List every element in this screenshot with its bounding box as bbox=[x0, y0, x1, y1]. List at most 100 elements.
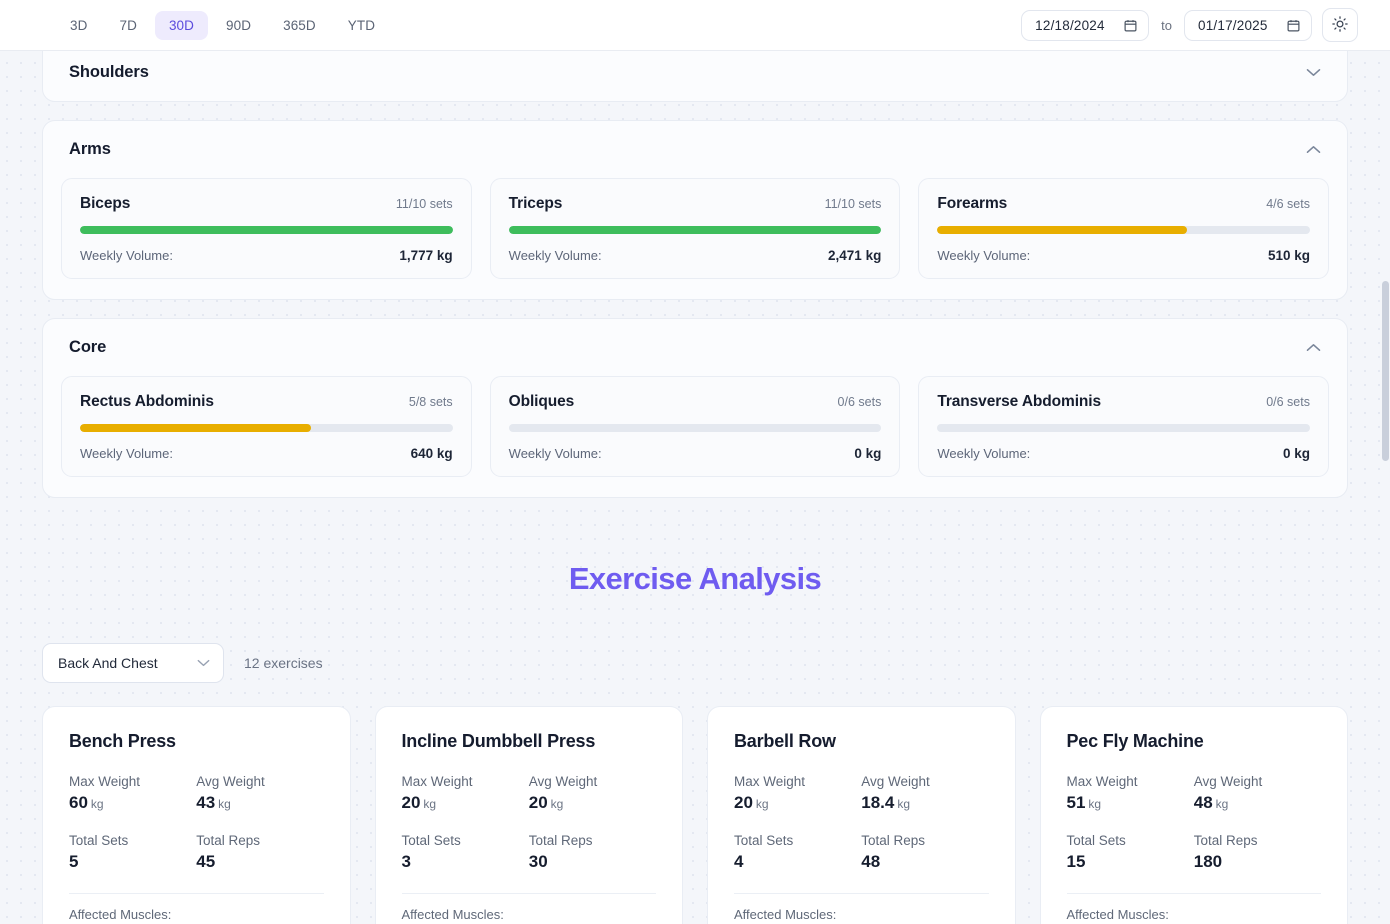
range-tab-7d[interactable]: 7D bbox=[105, 11, 150, 40]
stat-total-sets: Total Sets 4 bbox=[734, 833, 861, 872]
date-from-input[interactable]: 12/18/2024 bbox=[1021, 10, 1149, 41]
stat-label: Total Sets bbox=[734, 833, 861, 848]
stat-avg-weight: Avg Weight 20kg bbox=[529, 774, 656, 813]
exercise-card-bench-press[interactable]: Bench Press Max Weight 60kg Avg Weight 4… bbox=[42, 706, 351, 924]
page-scrollbar[interactable] bbox=[1381, 51, 1390, 924]
stat-max-weight: Max Weight 20kg bbox=[402, 774, 529, 813]
date-range-to-label: to bbox=[1159, 18, 1174, 33]
weekly-volume-value: 510 kg bbox=[1268, 248, 1310, 263]
divider bbox=[402, 893, 657, 894]
exercise-card-pec-fly-machine[interactable]: Pec Fly Machine Max Weight 51kg Avg Weig… bbox=[1040, 706, 1349, 924]
muscle-group-title: Core bbox=[69, 338, 106, 357]
stat-label: Max Weight bbox=[402, 774, 529, 789]
unit-label: kg bbox=[551, 797, 564, 811]
exercise-card-incline-dumbbell-press[interactable]: Incline Dumbbell Press Max Weight 20kg A… bbox=[375, 706, 684, 924]
stat-value: 15 bbox=[1067, 852, 1194, 872]
stat-total-reps: Total Reps 30 bbox=[529, 833, 656, 872]
stat-label: Total Reps bbox=[861, 833, 988, 848]
sun-icon bbox=[1332, 16, 1348, 35]
muscle-group-select[interactable]: Back And Chest bbox=[42, 643, 224, 683]
weekly-volume-label: Weekly Volume: bbox=[937, 446, 1030, 461]
stat-label: Avg Weight bbox=[1194, 774, 1321, 789]
muscle-sets: 4/6 sets bbox=[1266, 197, 1310, 211]
analysis-controls: Back And Chest 12 exercises bbox=[42, 643, 1348, 683]
theme-toggle-button[interactable] bbox=[1322, 8, 1358, 42]
exercise-card-barbell-row[interactable]: Barbell Row Max Weight 20kg Avg Weight 1… bbox=[707, 706, 1016, 924]
chevron-up-icon[interactable] bbox=[1306, 145, 1321, 154]
calendar-icon[interactable] bbox=[1287, 19, 1300, 32]
progress-bar bbox=[509, 226, 882, 234]
weekly-volume-label: Weekly Volume: bbox=[509, 248, 602, 263]
unit-label: kg bbox=[218, 797, 231, 811]
stat-value: 20kg bbox=[734, 793, 861, 813]
stat-value: 43kg bbox=[196, 793, 323, 813]
weekly-volume-label: Weekly Volume: bbox=[509, 446, 602, 461]
exercise-count: 12 exercises bbox=[244, 655, 323, 671]
weekly-volume-value: 2,471 kg bbox=[828, 248, 881, 263]
stat-label: Avg Weight bbox=[861, 774, 988, 789]
muscle-name: Triceps bbox=[509, 195, 563, 213]
range-tab-3d[interactable]: 3D bbox=[56, 11, 101, 40]
muscle-card-triceps[interactable]: Triceps 11/10 sets Weekly Volume: 2,471 … bbox=[490, 178, 901, 279]
muscle-group-title: Arms bbox=[69, 140, 111, 159]
stat-label: Max Weight bbox=[69, 774, 196, 789]
range-tab-90d[interactable]: 90D bbox=[212, 11, 265, 40]
muscle-card-biceps[interactable]: Biceps 11/10 sets Weekly Volume: 1,777 k… bbox=[61, 178, 472, 279]
weekly-volume-value: 640 kg bbox=[411, 446, 453, 461]
range-tab-ytd[interactable]: YTD bbox=[334, 11, 389, 40]
stat-label: Total Reps bbox=[196, 833, 323, 848]
stat-max-weight: Max Weight 60kg bbox=[69, 774, 196, 813]
date-to-input[interactable]: 01/17/2025 bbox=[1184, 10, 1312, 41]
muscle-card-obliques[interactable]: Obliques 0/6 sets Weekly Volume: 0 kg bbox=[490, 376, 901, 477]
chevron-up-icon[interactable] bbox=[1306, 343, 1321, 352]
muscle-group-header-arms[interactable]: Arms bbox=[43, 121, 1347, 178]
stat-value: 18.4kg bbox=[861, 793, 988, 813]
stat-value: 51kg bbox=[1067, 793, 1194, 813]
muscle-card-forearms[interactable]: Forearms 4/6 sets Weekly Volume: 510 kg bbox=[918, 178, 1329, 279]
weekly-volume-value: 0 kg bbox=[1283, 446, 1310, 461]
stat-value: 45 bbox=[196, 852, 323, 872]
stat-max-weight: Max Weight 51kg bbox=[1067, 774, 1194, 813]
calendar-icon[interactable] bbox=[1124, 19, 1137, 32]
stat-value: 5 bbox=[69, 852, 196, 872]
exercise-name: Pec Fly Machine bbox=[1067, 731, 1322, 752]
muscle-name: Rectus Abdominis bbox=[80, 393, 214, 411]
unit-label: kg bbox=[897, 797, 910, 811]
muscle-group-header-core[interactable]: Core bbox=[43, 319, 1347, 376]
weekly-volume-label: Weekly Volume: bbox=[937, 248, 1030, 263]
stat-avg-weight: Avg Weight 18.4kg bbox=[861, 774, 988, 813]
unit-label: kg bbox=[1088, 797, 1101, 811]
range-tab-365d[interactable]: 365D bbox=[269, 11, 330, 40]
range-tab-30d[interactable]: 30D bbox=[155, 11, 208, 40]
weekly-volume-value: 1,777 kg bbox=[399, 248, 452, 263]
affected-muscles-label: Affected Muscles: bbox=[1067, 907, 1322, 922]
muscle-card-rectus-abdominis[interactable]: Rectus Abdominis 5/8 sets Weekly Volume:… bbox=[61, 376, 472, 477]
progress-bar-fill bbox=[80, 424, 311, 432]
muscle-group-select-value: Back And Chest bbox=[58, 655, 158, 671]
stat-label: Total Sets bbox=[1067, 833, 1194, 848]
stat-value: 20kg bbox=[529, 793, 656, 813]
affected-muscles-label: Affected Muscles: bbox=[69, 907, 324, 922]
muscle-group-header-shoulders[interactable]: Shoulders bbox=[43, 44, 1347, 101]
scrollbar-thumb[interactable] bbox=[1382, 281, 1389, 461]
chevron-down-icon[interactable] bbox=[197, 654, 210, 672]
stat-total-reps: Total Reps 48 bbox=[861, 833, 988, 872]
muscle-sets: 0/6 sets bbox=[838, 395, 882, 409]
weekly-volume-value: 0 kg bbox=[854, 446, 881, 461]
stat-total-sets: Total Sets 3 bbox=[402, 833, 529, 872]
muscle-sets: 11/10 sets bbox=[396, 197, 453, 211]
weekly-volume-label: Weekly Volume: bbox=[80, 248, 173, 263]
muscle-sets: 0/6 sets bbox=[1266, 395, 1310, 409]
divider bbox=[1067, 893, 1322, 894]
divider bbox=[69, 893, 324, 894]
muscle-group-arms: Arms Biceps 11/10 sets Weekly Volume: 1,… bbox=[42, 120, 1348, 300]
muscle-card-transverse-abdominis[interactable]: Transverse Abdominis 0/6 sets Weekly Vol… bbox=[918, 376, 1329, 477]
stat-avg-weight: Avg Weight 48kg bbox=[1194, 774, 1321, 813]
chevron-down-icon[interactable] bbox=[1306, 68, 1321, 77]
progress-bar bbox=[937, 226, 1310, 234]
stat-max-weight: Max Weight 20kg bbox=[734, 774, 861, 813]
stat-label: Avg Weight bbox=[529, 774, 656, 789]
unit-label: kg bbox=[756, 797, 769, 811]
stat-label: Total Sets bbox=[402, 833, 529, 848]
stat-value: 48kg bbox=[1194, 793, 1321, 813]
